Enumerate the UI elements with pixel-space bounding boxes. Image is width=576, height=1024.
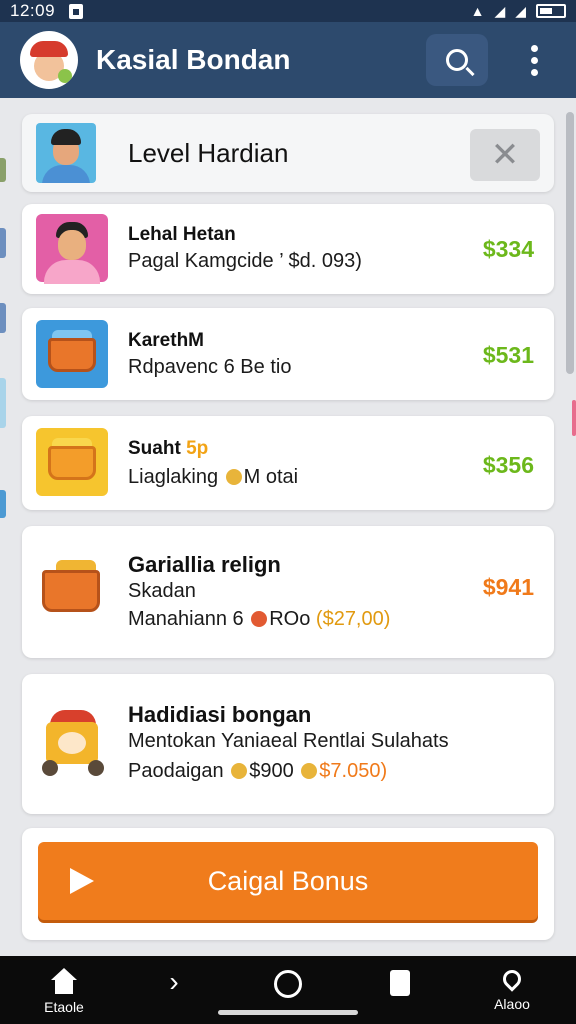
search-icon [446, 49, 468, 71]
square-icon [390, 970, 410, 996]
task-title: Suaht 5p [128, 438, 208, 460]
location-pin-icon [499, 966, 525, 992]
task-detail: Manahiann 6 ROo ($27,00) [128, 608, 390, 631]
task-price: $941 [482, 574, 534, 600]
main-content[interactable]: Level Hardian ✕ Lehal Hetan Pagal Kamgci… [0, 98, 576, 956]
claim-bonus-label: Caigal Bonus [207, 865, 369, 896]
side-tab [0, 228, 6, 258]
side-marker [572, 400, 576, 436]
task-detail-a: Manahiann 6 [128, 608, 244, 630]
task-subtitle: Pagal Kamgcide ’ $d. 093) [128, 250, 362, 272]
circle-icon [274, 970, 302, 998]
task-detail-amount: ($27,00) [315, 608, 391, 630]
task-detail-b: ROo [269, 608, 311, 630]
task-subtitle-b: M otai [243, 466, 299, 488]
wifi-icon: ◢ [494, 2, 506, 19]
status-time: 12:09 [10, 1, 56, 20]
task-title: Gariallia relign [128, 552, 281, 577]
app-title: Kasial Bondan [96, 44, 291, 75]
coin-icon [251, 611, 268, 627]
bonus-card: Caigal Bonus [22, 828, 554, 940]
home-icon [50, 968, 78, 996]
task-title-text: Suaht [128, 438, 181, 459]
level-header-card: Level Hardian ✕ [22, 114, 554, 192]
notification-icon [69, 3, 84, 19]
nav-square[interactable] [370, 964, 430, 1018]
basket-icon [36, 320, 108, 388]
task-detail: Paodaigan $900 $7.050) [128, 760, 387, 783]
task-card[interactable]: Lehal Hetan Pagal Kamgcide ’ $d. 093) $3… [22, 204, 554, 294]
mascot-icon [36, 710, 108, 778]
close-button[interactable]: ✕ [470, 129, 540, 181]
coin-icon [301, 763, 318, 779]
task-card[interactable]: KarethM Rdpavenc 6 Be tio $531 [22, 308, 554, 400]
task-title: Hadidiasi bongan [128, 702, 312, 727]
play-icon [70, 868, 94, 894]
side-tab [0, 490, 6, 518]
task-card[interactable]: Gariallia relign Skadan Manahiann 6 ROo … [22, 526, 554, 658]
treasure-basket-icon [36, 556, 108, 624]
nav-map[interactable]: Alaoo [482, 964, 542, 1018]
send-icon: › [169, 966, 179, 997]
scrollbar[interactable] [566, 112, 574, 374]
search-button[interactable] [426, 34, 488, 86]
task-subtitle: Liaglaking M otai [128, 466, 298, 489]
nav-home-label: Etaole [44, 999, 84, 1015]
signal-icon: ▲ [470, 3, 485, 19]
status-icons: ▲ ◢ ◢ [471, 3, 566, 20]
task-subtitle: Skadan [128, 580, 196, 602]
profile-photo [36, 123, 96, 183]
nav-map-label: Alaoo [494, 996, 530, 1012]
side-tab [0, 158, 6, 182]
close-icon: ✕ [490, 136, 520, 174]
task-subtitle: Mentokan Yaniaeal Rentlai Sulahats [128, 730, 449, 752]
task-title: KarethM [128, 330, 205, 351]
nav-home[interactable]: Etaole [34, 964, 94, 1018]
side-tab [0, 303, 6, 333]
basket-icon [36, 428, 108, 496]
battery-icon [536, 4, 566, 18]
avatar-cap [30, 41, 68, 57]
task-title: Lehal Hetan [128, 224, 236, 245]
cellular-icon: ◢ [515, 2, 526, 19]
task-card[interactable]: Suaht 5p Liaglaking M otai $356 [22, 416, 554, 510]
coin-icon [231, 763, 248, 779]
side-tab [0, 378, 6, 428]
avatar[interactable] [20, 31, 78, 89]
status-bar: 12:09 ▲ ◢ ◢ [0, 0, 576, 22]
task-detail-amount: $7.050) [319, 760, 388, 782]
task-detail-a: Paodaigan [128, 760, 224, 782]
task-subtitle-a: Liaglaking [128, 466, 219, 488]
coin-icon [225, 469, 242, 485]
more-vert-icon [530, 44, 538, 76]
task-thumbnail [36, 214, 108, 284]
task-card[interactable]: Hadidiasi bongan Mentokan Yaniaeal Rentl… [22, 674, 554, 814]
app-bar: Kasial Bondan [0, 22, 576, 98]
level-title: Level Hardian [128, 138, 289, 168]
task-price: $356 [482, 452, 534, 478]
task-subtitle: Rdpavenc 6 Be tio [128, 356, 292, 378]
home-indicator[interactable] [218, 1010, 358, 1015]
task-detail-b: $900 [249, 760, 294, 782]
more-button[interactable] [504, 34, 564, 86]
task-price: $334 [482, 236, 534, 262]
task-title-accent: 5p [186, 438, 209, 459]
task-price: $531 [482, 342, 534, 368]
claim-bonus-button[interactable]: Caigal Bonus [38, 842, 538, 920]
avatar-leaf [58, 69, 72, 83]
nav-send[interactable]: › [144, 964, 204, 1018]
